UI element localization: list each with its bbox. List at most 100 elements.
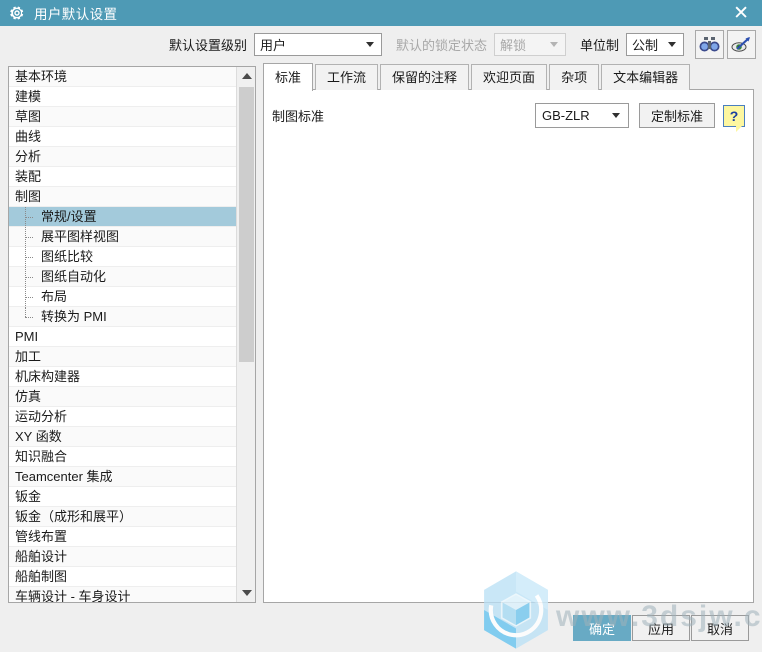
tab-3[interactable]: 欢迎页面 <box>471 64 548 90</box>
tree-item-label: 布局 <box>41 289 68 304</box>
drafting-standard-select[interactable]: GB-ZLR <box>535 103 629 128</box>
tree-item-label: 机床构建器 <box>15 369 81 384</box>
tree-item-label: 常规/设置 <box>41 209 97 224</box>
tree-item-label: 管线布置 <box>15 529 68 544</box>
tree-item-label: 装配 <box>15 169 42 184</box>
chevron-down-icon <box>365 42 374 47</box>
scrollbar-thumb[interactable] <box>239 87 254 362</box>
gear-icon <box>10 6 24 20</box>
tree-item[interactable]: 分析 <box>9 147 236 167</box>
tree-item-label: 知识融合 <box>15 449 68 464</box>
tree-scrollbar[interactable] <box>236 67 255 602</box>
tree-item[interactable]: 管线布置 <box>9 527 236 547</box>
tab-label: 标准 <box>275 70 302 85</box>
tab-bar[interactable]: 标准 工作流 保留的注释 欢迎页面 杂项 文本编辑器 <box>263 62 754 91</box>
tree-item[interactable]: 车辆设计 - 车身设计 <box>9 587 236 602</box>
tree-item-label: 车辆设计 - 车身设计 <box>15 589 131 602</box>
tree-item[interactable]: 机床构建器 <box>9 367 236 387</box>
tree-item[interactable]: 仿真 <box>9 387 236 407</box>
binoculars-icon <box>699 37 720 52</box>
tree-item-label: 分析 <box>15 149 42 164</box>
scroll-up-icon[interactable] <box>237 67 255 85</box>
tree-item-label: 船舶设计 <box>15 549 68 564</box>
tree-item[interactable]: 船舶设计 <box>9 547 236 567</box>
tree-item-label: 草图 <box>15 109 42 124</box>
tree-item-label: 仿真 <box>15 389 42 404</box>
tree-item[interactable]: XY 函数 <box>9 427 236 447</box>
unit-system-value: 公制 <box>632 38 659 53</box>
find-button[interactable] <box>695 30 724 59</box>
tree-item[interactable]: 布局 <box>9 287 236 307</box>
drafting-standard-label: 制图标准 <box>272 109 325 124</box>
ok-button[interactable]: 确定 <box>573 615 631 641</box>
customize-standard-button[interactable]: 定制标准 <box>639 103 715 128</box>
settings-content-panel: 标准 工作流 保留的注释 欢迎页面 杂项 文本编辑器 制图标准 GB-ZLR 定制标准 ? <box>263 62 754 603</box>
help-icon[interactable]: ? <box>723 104 745 132</box>
scroll-down-icon[interactable] <box>237 584 255 602</box>
tab-0[interactable]: 标准 <box>263 63 314 91</box>
default-level-select[interactable]: 用户 <box>253 33 382 56</box>
tree-item-label: 加工 <box>15 349 42 364</box>
category-tree[interactable]: 基本环境建模草图曲线分析装配制图常规/设置展平图样视图图纸比较图纸自动化布局转换… <box>9 67 236 602</box>
default-lock-label: 默认的锁定状态 <box>395 38 487 53</box>
tab-label: 工作流 <box>327 70 367 85</box>
help-glyph: ? <box>729 107 739 124</box>
tree-item[interactable]: 曲线 <box>9 127 236 147</box>
tree-item-label: 转换为 PMI <box>41 309 107 324</box>
tree-item-label: XY 函数 <box>15 429 62 444</box>
tree-item[interactable]: Teamcenter 集成 <box>9 467 236 487</box>
category-tree-panel: 基本环境建模草图曲线分析装配制图常规/设置展平图样视图图纸比较图纸自动化布局转换… <box>8 66 256 603</box>
tree-item[interactable]: 常规/设置 <box>9 207 236 227</box>
chevron-down-icon <box>668 42 676 47</box>
tree-item[interactable]: 知识融合 <box>9 447 236 467</box>
tree-item[interactable]: 运动分析 <box>9 407 236 427</box>
inspect-button[interactable] <box>727 30 756 59</box>
tab-label: 文本编辑器 <box>613 70 679 85</box>
tree-item-label: 建模 <box>15 89 42 104</box>
chevron-down-icon <box>549 42 558 47</box>
tree-item-label: PMI <box>15 329 39 344</box>
tree-item[interactable]: 加工 <box>9 347 236 367</box>
unit-system-select[interactable]: 公制 <box>626 33 684 56</box>
close-icon[interactable]: ✕ <box>733 3 749 23</box>
apply-button[interactable]: 应用 <box>632 615 690 641</box>
tree-item[interactable]: 转换为 PMI <box>9 307 236 327</box>
tab-label: 欢迎页面 <box>483 70 536 85</box>
tab-label: 保留的注释 <box>392 70 458 85</box>
tree-item[interactable]: 展平图样视图 <box>9 227 236 247</box>
eye-arrow-icon <box>731 37 750 52</box>
tab-1[interactable]: 工作流 <box>315 64 379 90</box>
tree-item[interactable]: 钣金（成形和展平） <box>9 507 236 527</box>
tree-item[interactable]: 基本环境 <box>9 67 236 87</box>
tab-panel-standard: 制图标准 GB-ZLR 定制标准 ? <box>263 89 754 603</box>
tree-item-label: 制图 <box>15 189 42 204</box>
window-title: 用户默认设置 <box>34 7 118 22</box>
tree-item[interactable]: 船舶制图 <box>9 567 236 587</box>
tree-item[interactable]: PMI <box>9 327 236 347</box>
tab-5[interactable]: 文本编辑器 <box>601 64 691 90</box>
default-lock-select: 解锁 <box>493 33 566 56</box>
tree-item-label: 基本环境 <box>15 69 68 84</box>
tree-item[interactable]: 钣金 <box>9 487 236 507</box>
unit-system-label: 单位制 <box>579 38 619 53</box>
tab-label: 杂项 <box>561 70 588 85</box>
chevron-down-icon <box>612 113 620 118</box>
tree-item-label: 船舶制图 <box>15 569 68 584</box>
tab-2[interactable]: 保留的注释 <box>380 64 470 90</box>
cancel-button[interactable]: 取消 <box>691 615 749 641</box>
tab-4[interactable]: 杂项 <box>549 64 600 90</box>
window-titlebar: 用户默认设置 ✕ <box>0 0 762 26</box>
tree-item[interactable]: 图纸比较 <box>9 247 236 267</box>
tree-item[interactable]: 装配 <box>9 167 236 187</box>
tree-item-label: 运动分析 <box>15 409 68 424</box>
drafting-standard-value: GB-ZLR <box>542 108 590 123</box>
settings-toolbar: 默认设置级别 用户 默认的锁定状态 解锁 单位制 公制 <box>0 26 762 63</box>
tree-item[interactable]: 草图 <box>9 107 236 127</box>
tree-item-label: 曲线 <box>15 129 42 144</box>
tree-item[interactable]: 制图 <box>9 187 236 207</box>
tree-item[interactable]: 图纸自动化 <box>9 267 236 287</box>
tree-item[interactable]: 建模 <box>9 87 236 107</box>
tree-item-label: 图纸自动化 <box>41 269 107 284</box>
default-level-label: 默认设置级别 <box>168 38 247 53</box>
tree-item-label: 展平图样视图 <box>41 229 120 244</box>
